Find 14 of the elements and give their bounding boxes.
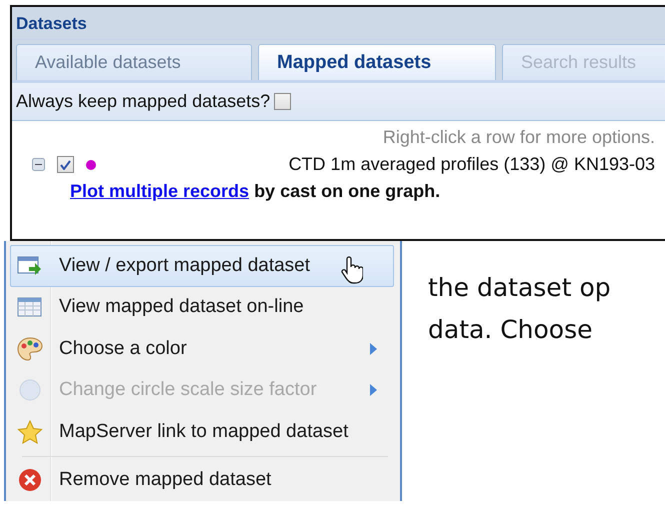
menu-item[interactable]: View / export mapped dataset <box>10 245 394 287</box>
dataset-name: CTD 1m averaged profiles (133) @ KN193-03 <box>288 154 655 175</box>
panel-title: Datasets <box>12 7 665 40</box>
plot-link[interactable]: Plot multiple records <box>70 181 250 201</box>
menu-item[interactable]: View mapped dataset on-line <box>10 286 394 328</box>
body-text: data. Choose <box>428 314 594 346</box>
menu-item[interactable]: Remove mapped dataset <box>10 460 394 501</box>
dataset-note: Plot multiple records by cast on one graph. <box>70 181 442 202</box>
menu-item[interactable]: Choose a color <box>10 328 394 370</box>
tab[interactable]: Mapped datasets <box>258 44 496 80</box>
hint-text: Right-click a row for more options. <box>382 127 655 148</box>
menu-item[interactable]: MapServer link to mapped dataset <box>10 411 394 453</box>
keep-option-label: Always keep mapped datasets? <box>16 91 270 112</box>
body-text: the dataset op <box>428 272 611 304</box>
